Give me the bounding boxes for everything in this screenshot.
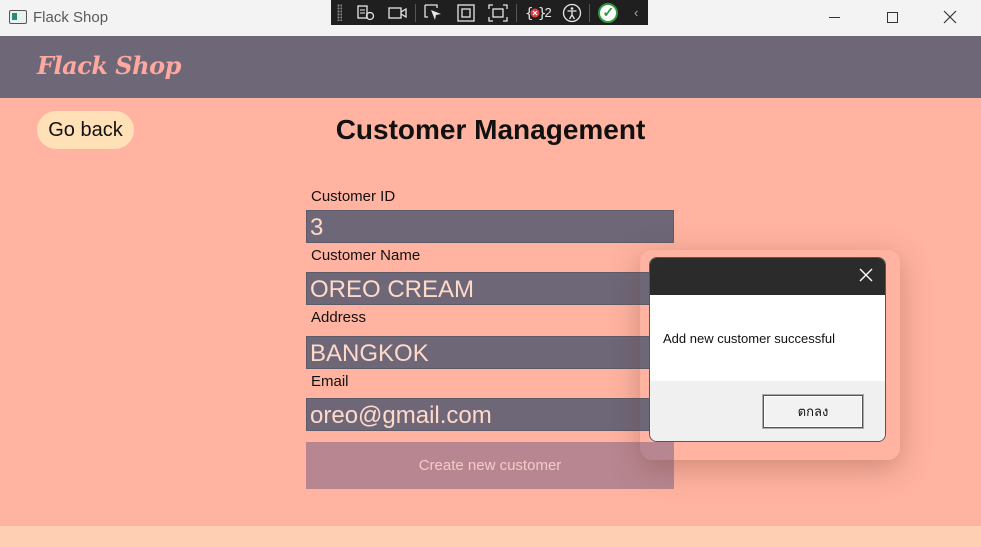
- select-element-icon[interactable]: [418, 0, 450, 25]
- app-header: Flack Shop: [0, 36, 981, 98]
- toolbar-separator: [415, 3, 417, 22]
- maximize-icon: [886, 11, 898, 23]
- dialog-message: Add new customer successful: [663, 331, 835, 346]
- message-dialog: Add new customer successful ตกลง: [649, 257, 886, 442]
- customer-id-input[interactable]: 3: [306, 210, 674, 243]
- dialog-header: [650, 258, 885, 295]
- live-visual-tree-icon[interactable]: [350, 0, 382, 25]
- customer-name-input[interactable]: OREO CREAM: [306, 272, 674, 305]
- address-input[interactable]: BANGKOK: [306, 336, 674, 369]
- toolbar-separator: [589, 3, 591, 22]
- ok-button[interactable]: ตกลง: [763, 395, 863, 428]
- close-icon: [859, 268, 873, 282]
- track-focus-icon[interactable]: [482, 0, 514, 25]
- email-label: Email: [311, 373, 349, 390]
- minimize-icon: [828, 16, 840, 18]
- toolbar-separator: [515, 3, 517, 22]
- accessibility-icon[interactable]: [556, 0, 588, 25]
- video-icon[interactable]: [382, 0, 414, 25]
- hot-reload-status-icon[interactable]: ✓: [592, 0, 624, 25]
- page-title: Customer Management: [335, 114, 646, 145]
- customer-id-label: Customer ID: [311, 188, 396, 205]
- customer-name-label: Customer Name: [311, 247, 421, 264]
- create-customer-button[interactable]: Create new customer: [306, 442, 674, 489]
- debug-toolbar: {} 2 ✓ ‹: [331, 0, 648, 25]
- window-title: Flack Shop: [33, 9, 109, 26]
- minimize-button[interactable]: [805, 0, 863, 34]
- grip-handle[interactable]: [337, 4, 342, 21]
- email-input[interactable]: oreo@gmail.com: [306, 398, 674, 431]
- close-window-button[interactable]: [921, 0, 979, 34]
- maximize-button[interactable]: [863, 0, 921, 34]
- address-label: Address: [311, 309, 367, 326]
- app-icon: [9, 10, 27, 24]
- brand-logo: Flack Shop: [37, 51, 181, 80]
- collapse-toolbar-icon[interactable]: ‹: [624, 0, 648, 25]
- close-icon: [943, 10, 957, 24]
- dialog-footer: ตกลง: [650, 381, 885, 441]
- dialog-close-button[interactable]: [859, 266, 873, 286]
- layout-adorners-icon[interactable]: [450, 0, 482, 25]
- binding-error-count: 2: [544, 5, 552, 20]
- footer-strip: [0, 526, 981, 547]
